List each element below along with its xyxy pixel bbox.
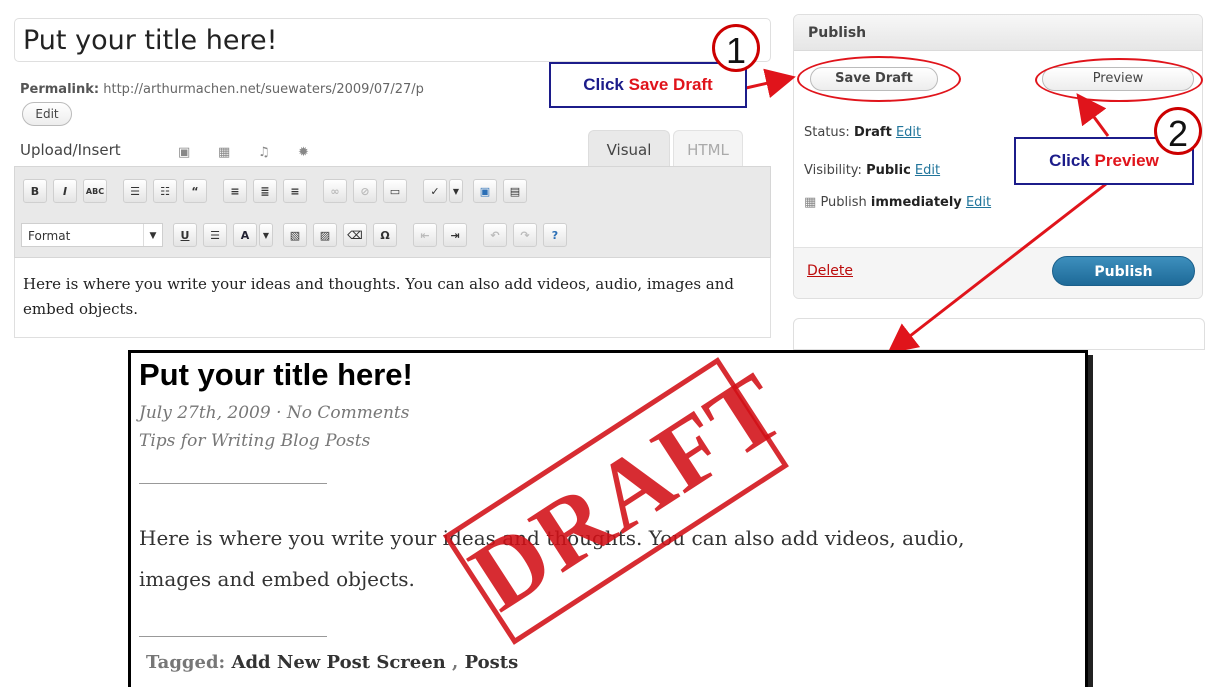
- preview-tags: Tagged: Add New Post Screen , Posts: [146, 652, 518, 673]
- callout-preview-text: Preview: [1094, 151, 1159, 170]
- preview-post-title: Put your title here!: [139, 357, 413, 392]
- arrow-to-save-draft: [745, 68, 796, 98]
- preview-divider-top: [139, 483, 327, 484]
- tagged-label: Tagged:: [146, 652, 226, 673]
- arrow-to-preview-page: [887, 182, 1107, 354]
- preview-highlight: [1035, 58, 1203, 102]
- preview-post-category[interactable]: Tips for Writing Blog Posts: [139, 431, 370, 451]
- callout-save-draft-text: Save Draft: [628, 75, 713, 94]
- arrow-to-preview: [1076, 93, 1110, 137]
- callout-click-1: Click: [583, 75, 624, 94]
- tag-link-add-new-post-screen[interactable]: Add New Post Screen: [231, 652, 445, 673]
- step-1-number: 1: [712, 24, 760, 72]
- preview-divider-bottom: [139, 636, 327, 637]
- save-draft-highlight: [797, 56, 961, 102]
- callout-save-draft: Click Save Draft: [549, 62, 747, 108]
- preview-post-meta: July 27th, 2009 · No Comments: [139, 403, 410, 423]
- step-2-number: 2: [1154, 107, 1202, 155]
- callout-click-2: Click: [1049, 151, 1090, 170]
- tag-separator: ,: [452, 652, 459, 673]
- tag-link-posts[interactable]: Posts: [465, 652, 519, 673]
